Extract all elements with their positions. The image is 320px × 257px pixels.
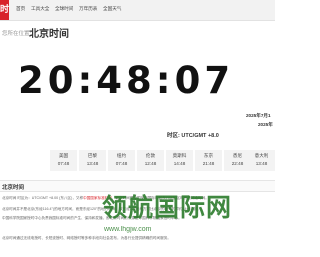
paragraph-text: 北京时间 时区为：UTC/GMT +8.00 (东八区)，又称 [2, 196, 84, 200]
city-card[interactable]: 巴黎 13:48 [79, 150, 106, 171]
site-logo-char: 时 [0, 4, 10, 14]
paragraph: 北京时间通过无线电授时、长短波授时、网络授时等多种手段向社会发布，为各行业提供精… [2, 236, 171, 241]
city-card[interactable]: 东京 21:48 [195, 150, 222, 171]
city-name: 美国 [58, 153, 69, 158]
city-time: 13:48 [86, 161, 99, 166]
city-name: 莫斯科 [172, 153, 187, 158]
date-solar: 2025年7月1 [246, 113, 271, 118]
city-name: 悉尼 [232, 153, 243, 158]
breadcrumb-prefix: 您所在位置: [2, 31, 32, 37]
nav-item-calendar[interactable]: 万年历表 [79, 6, 97, 12]
city-name: 意大利 [254, 153, 269, 158]
nav-item-world-time[interactable]: 全球时间 [55, 6, 73, 12]
city-name: 巴黎 [87, 153, 98, 158]
timezone-label: 时区: UTC/GMT +8.0 [167, 133, 219, 139]
city-time: 14:48 [173, 161, 186, 166]
nav-item-tools[interactable]: 工具大全 [31, 6, 49, 12]
top-navigation-bar: 时 首页 工具大全 全球时间 万年历表 全国天气 [0, 0, 275, 21]
city-card[interactable]: 莫斯科 14:48 [166, 150, 193, 171]
watermark-logo: 领航国际网 [102, 194, 233, 222]
city-name: 纽约 [116, 153, 127, 158]
date-lunar: 2025年 [258, 122, 273, 127]
digital-clock: 20:48:07 [18, 59, 235, 102]
city-time: 21:48 [202, 161, 215, 166]
nav-item-home[interactable]: 首页 [16, 6, 25, 12]
city-card[interactable]: 纽约 07:48 [108, 150, 135, 171]
watermark-url: www.lhgjw.com [104, 226, 152, 233]
city-name: 伦敦 [145, 153, 156, 158]
breadcrumb: 您所在位置: [2, 29, 31, 37]
city-time: 07:48 [115, 161, 128, 166]
city-card[interactable]: 悉尼 22:48 [224, 150, 251, 171]
page-title: 北京时间 [29, 29, 69, 40]
city-time: 07:48 [57, 161, 70, 166]
city-card[interactable]: 美国 07:48 [50, 150, 77, 171]
city-card[interactable]: 伦敦 12:48 [137, 150, 164, 171]
city-name: 东京 [203, 153, 214, 158]
section-title: 北京时间 [2, 185, 25, 191]
nav-item-weather[interactable]: 全国天气 [103, 6, 121, 12]
site-logo[interactable]: 时 [0, 0, 9, 20]
paragraph-text: 北京时间通过无线电授时、长短波授时、网络授时等多种手段向社会发布，为各行业提供精… [2, 236, 171, 240]
city-card[interactable]: 意大利 13:48 [248, 150, 275, 171]
section-header-bar [0, 180, 275, 192]
city-time: 22:48 [231, 161, 244, 166]
city-time: 13:48 [255, 161, 268, 166]
city-time: 12:48 [144, 161, 157, 166]
